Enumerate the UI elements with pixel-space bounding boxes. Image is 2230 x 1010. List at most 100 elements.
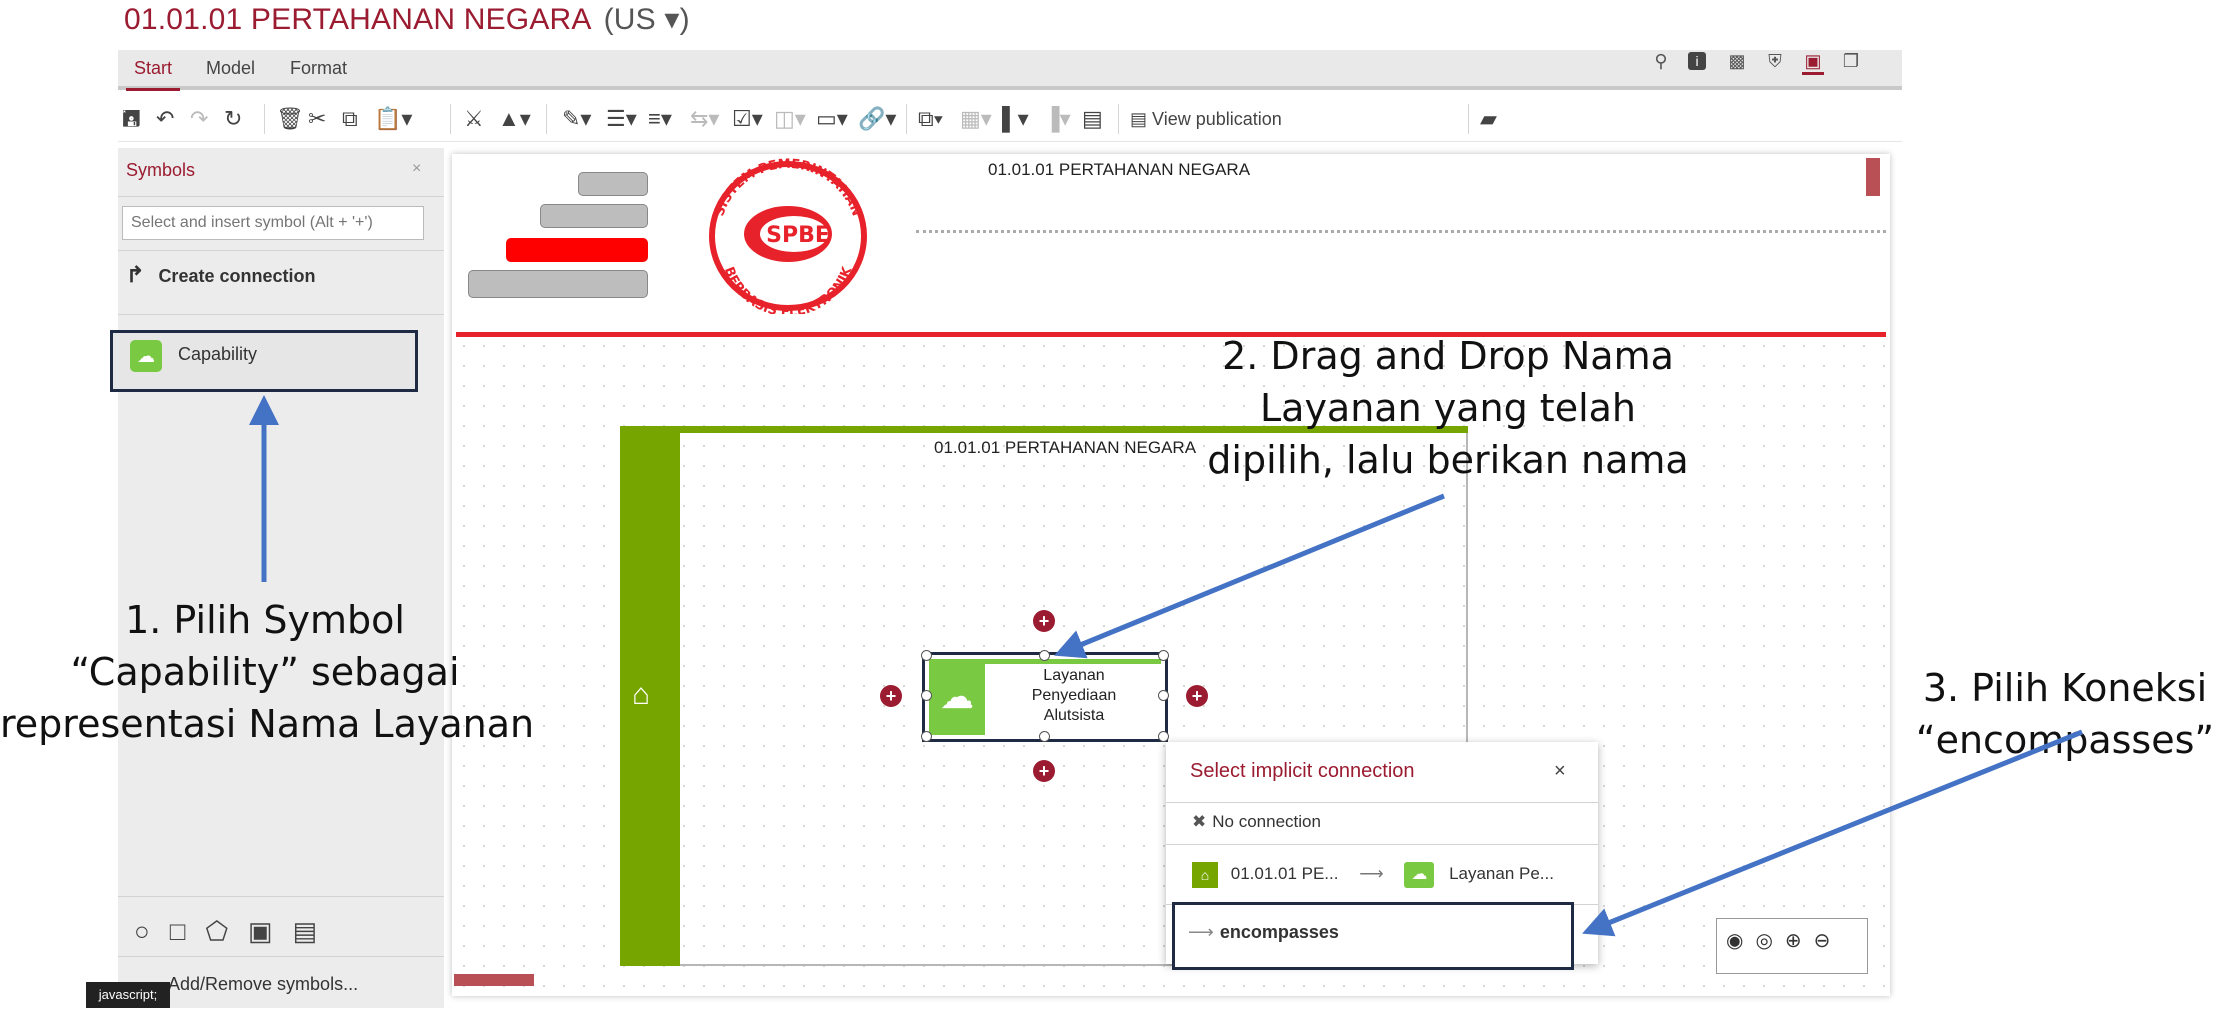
add-object-left-button[interactable]: + [880,685,902,707]
home-icon: ⌂ [1192,862,1218,888]
paste-icon[interactable]: 📋▾ [374,104,412,134]
capability-label-line2: Penyediaan [1031,687,1117,704]
arrow-style-icon[interactable]: ⇆▾ [690,104,719,134]
save-icon[interactable]: 🖪 [122,104,141,134]
annotation-step-1-line-1: 1. Pilih Symbol [125,598,405,642]
capability-label-line1: Layanan [1043,667,1105,684]
capability-top-bar [985,659,1161,664]
comments-icon[interactable]: ❐ [1840,50,1862,72]
add-object-bottom-button[interactable]: + [1033,760,1055,782]
zoom-100-icon[interactable]: ◎ [1755,930,1784,952]
resize-handle-right[interactable] [1158,690,1169,701]
connection-icon: ↱ [126,262,145,287]
callout-icon[interactable]: ▭▾ [816,104,848,134]
image-shape-icon[interactable]: ▤ [293,916,338,946]
canvas-horizontal-scrollbar[interactable] [454,974,534,986]
page-break-icon[interactable]: ▤ [1082,104,1103,134]
shape-tools: ○□⬠▣▤ [134,916,337,947]
capability-object-label: Layanan Penyediaan Alutsista [990,666,1158,726]
edit-attributes-icon[interactable]: ☑▾ [732,104,763,134]
connection-source: 01.01.01 PE... [1230,864,1339,884]
annotation-step-2: 2. Drag and Drop Nama Layanan yang telah… [1188,330,1708,486]
redo-icon[interactable]: ↷ [190,104,208,134]
swimlane-title: 01.01.01 PERTAHANAN NEGARA [934,438,1197,457]
home-icon: ⌂ [632,678,651,711]
capability-icon: ☁ [929,659,985,735]
resize-handle-bottom-left[interactable] [921,731,932,742]
create-connection-label: Create connection [158,266,316,286]
no-connection-label: No connection [1212,812,1321,831]
zoom-icons: ◉◎⊕⊖ [1726,928,1842,953]
tab-start[interactable]: Start [125,58,181,91]
arrange-icon[interactable]: ⧉▾ [918,104,943,134]
symbols-panel-icon[interactable]: ▣ [1802,50,1824,75]
eye-icon[interactable]: ◉ [1726,930,1755,952]
arrow-right-icon: ⟶ [1359,864,1384,884]
resize-handle-left[interactable] [921,690,932,701]
group-icon[interactable]: ▦▾ [960,104,992,134]
create-connection-button[interactable]: ↱ Create connection [126,262,315,288]
resize-handle-top[interactable] [1039,650,1050,661]
zoom-in-icon[interactable]: ⊕ [1785,930,1814,952]
text-shape-icon[interactable]: ▣ [248,916,293,946]
ribbon-tabbar: Start Model Format [118,50,1902,91]
add-object-top-button[interactable]: + [1033,610,1055,632]
format-painter-icon[interactable]: ⚔ [464,104,484,134]
symbols-panel-close[interactable]: × [412,160,421,178]
circle-shape-icon[interactable]: ○ [134,916,170,946]
resize-handle-top-right[interactable] [1158,650,1169,661]
annotation-step-3: 3. Pilih Koneksi “encompasses” [1900,662,2230,766]
canvas-vertical-scrollbar[interactable] [1866,158,1880,196]
add-comment-icon[interactable]: ▰ [1480,104,1497,134]
toolbar: 🖪 ↶ ↷ ↻ 🗑 ✂ ⧉ 📋▾ ⚔ ▲▾ ✎▾ ☰▾ ≡▾ ⇆▾ ☑▾ ◫▾ … [118,96,1902,142]
search-icon[interactable]: ⚲ [1650,50,1672,72]
fill-color-icon[interactable]: ▲▾ [498,104,531,134]
arrow-right-icon: ⟶ [1188,922,1214,942]
shield-icon[interactable]: ⛨ [1764,50,1786,72]
encompasses-label-row: ⟶ encompasses [1188,922,1339,943]
line-color-icon[interactable]: ✎▾ [562,104,591,134]
annotation-step-3-line-2: “encompasses” [1915,718,2215,762]
resize-handle-top-left[interactable] [921,650,932,661]
align-icon[interactable]: ▌▾ [1002,104,1029,134]
capability-label-line3: Alutsista [1043,707,1105,724]
delete-icon[interactable]: 🗑 [276,104,304,134]
add-remove-symbols-link[interactable]: Add/Remove symbols... [168,974,358,995]
rectangle-shape-icon[interactable]: □ [170,916,206,946]
spbe-logo: SISTEM PEMERINTAHAN BERBASIS ELEKTRONIK … [709,157,867,314]
annotation-step-2-line-2: Layanan yang telah [1259,386,1637,430]
undo-icon[interactable]: ↶ [156,104,174,134]
refresh-icon[interactable]: ↻ [224,104,242,134]
tab-model[interactable]: Model [206,58,255,79]
connection-row: ⌂ 01.01.01 PE... ⟶ ☁ Layanan Pe... [1192,862,1554,888]
symbol-search-input[interactable] [122,206,424,240]
annotation-step-3-line-1: 3. Pilih Koneksi [1922,666,2208,710]
resize-handle-bottom-right[interactable] [1158,731,1169,742]
zoom-out-icon[interactable]: ⊖ [1814,930,1843,952]
view-publication-label: View publication [1152,109,1282,129]
copy-icon[interactable]: ⧉ [342,104,358,134]
link-icon[interactable]: 🔗▾ [858,104,896,134]
info-icon[interactable]: i [1688,52,1706,70]
add-object-right-button[interactable]: + [1186,685,1208,707]
line-weight-icon[interactable]: ≡▾ [648,104,672,134]
cut-icon[interactable]: ✂ [308,104,326,134]
no-connection-option[interactable]: ✖ No connection [1192,812,1321,832]
header-bar-1 [578,172,648,196]
tab-format[interactable]: Format [290,58,347,79]
view-publication-button[interactable]: ▤ View publication [1130,104,1282,134]
annotation-step-2-line-1: 2. Drag and Drop Nama [1222,334,1674,378]
shape-style-icon[interactable]: ◫▾ [774,104,806,134]
svg-text:SPBE: SPBE [766,223,830,248]
resize-handle-bottom[interactable] [1039,731,1050,742]
popup-close-button[interactable]: × [1554,760,1566,783]
symbol-item-label: Capability [178,344,258,364]
line-style-icon[interactable]: ☰▾ [606,104,637,134]
encompasses-label: encompasses [1219,922,1339,942]
language-selector[interactable]: (US ▾) [604,3,690,36]
header-dotted-line [916,230,1886,233]
bar-chart-icon[interactable]: ▩ [1726,50,1748,72]
annotation-step-1-line-3: representasi Nama Layanan [0,702,535,746]
distribute-icon[interactable]: ▐▾ [1044,104,1071,134]
pentagon-shape-icon[interactable]: ⬠ [205,916,248,946]
